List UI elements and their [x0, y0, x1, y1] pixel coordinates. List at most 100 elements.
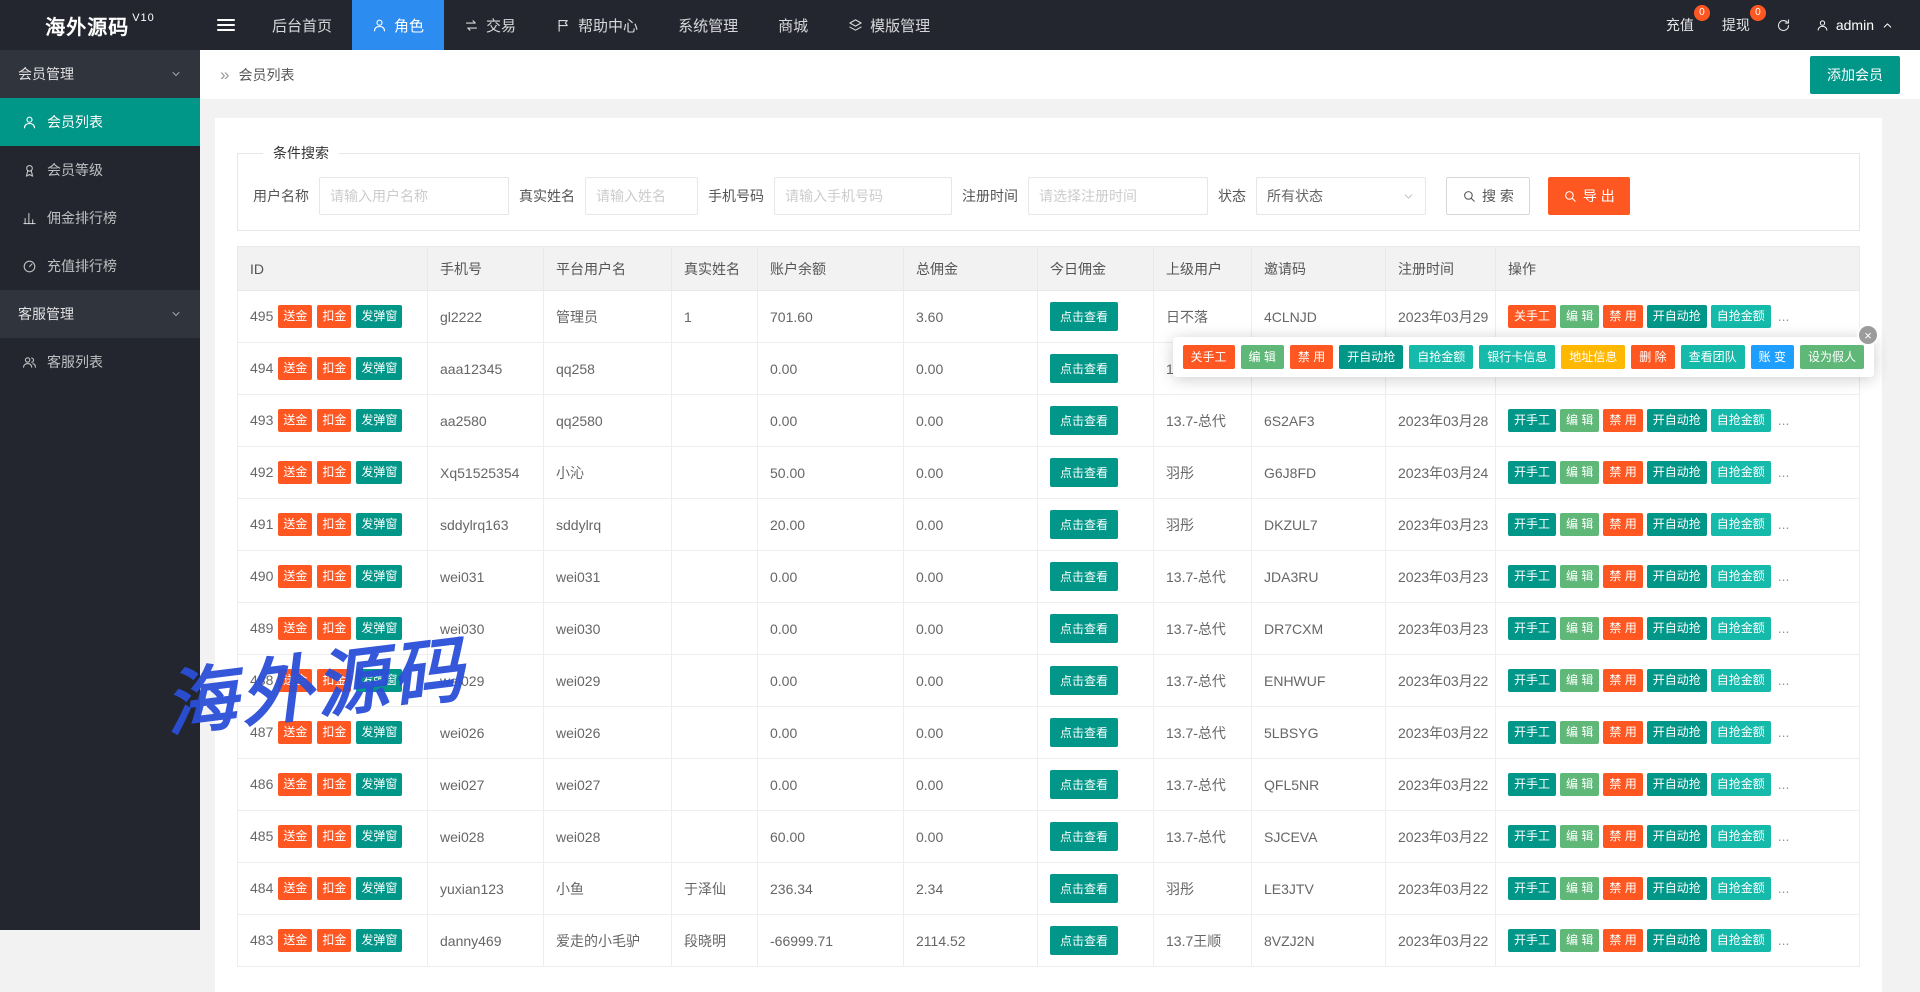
add-member-button[interactable]: 添加会员 [1810, 56, 1900, 94]
auto-grab-button[interactable]: 开自动抢 [1647, 409, 1707, 431]
popup-message-button[interactable]: 发弹窗 [356, 409, 402, 431]
view-today-commission-button[interactable]: 点击查看 [1050, 510, 1118, 539]
disable-button[interactable]: 禁 用 [1603, 929, 1642, 951]
more-ops-button[interactable]: ... [1778, 516, 1790, 532]
view-today-commission-button[interactable]: 点击查看 [1050, 926, 1118, 955]
deduct-money-button[interactable]: 扣金 [317, 877, 351, 899]
search-button[interactable]: 搜 索 [1446, 177, 1530, 215]
edit-button[interactable]: 编 辑 [1560, 461, 1599, 483]
view-today-commission-button[interactable]: 点击查看 [1050, 614, 1118, 643]
regtime-input[interactable] [1028, 177, 1208, 215]
edit-button[interactable]: 编 辑 [1560, 409, 1599, 431]
grab-amount-button[interactable]: 自抢金额 [1711, 721, 1771, 743]
grab-amount-button[interactable]: 自抢金额 [1711, 929, 1771, 951]
disable-button[interactable]: 禁 用 [1603, 669, 1642, 691]
popup-message-button[interactable]: 发弹窗 [356, 877, 402, 899]
more-ops-button[interactable]: ... [1778, 880, 1790, 896]
manual-toggle-button[interactable]: 开手工 [1508, 773, 1556, 795]
realname-input[interactable] [585, 177, 698, 215]
deduct-money-button[interactable]: 扣金 [317, 773, 351, 795]
edit-button[interactable]: 编 辑 [1560, 721, 1599, 743]
deduct-money-button[interactable]: 扣金 [317, 305, 351, 327]
deduct-money-button[interactable]: 扣金 [317, 565, 351, 587]
disable-button[interactable]: 禁 用 [1603, 825, 1642, 847]
popup-message-button[interactable]: 发弹窗 [356, 669, 402, 691]
recharge-button[interactable]: 充值 0 [1652, 0, 1708, 50]
more-ops-button[interactable]: ... [1778, 568, 1790, 584]
edit-button[interactable]: 编 辑 [1560, 669, 1599, 691]
disable-button[interactable]: 禁 用 [1603, 773, 1642, 795]
view-today-commission-button[interactable]: 点击查看 [1050, 406, 1118, 435]
edit-button[interactable]: 编 辑 [1560, 877, 1599, 899]
popup-action-button[interactable]: 开自动抢 [1339, 345, 1403, 369]
grab-amount-button[interactable]: 自抢金额 [1711, 825, 1771, 847]
auto-grab-button[interactable]: 开自动抢 [1647, 721, 1707, 743]
auto-grab-button[interactable]: 开自动抢 [1647, 669, 1707, 691]
more-ops-button[interactable]: ... [1778, 412, 1790, 428]
more-ops-button[interactable]: ... [1778, 464, 1790, 480]
deduct-money-button[interactable]: 扣金 [317, 617, 351, 639]
disable-button[interactable]: 禁 用 [1603, 721, 1642, 743]
popup-action-button[interactable]: 地址信息 [1561, 345, 1625, 369]
sidebar-item-member-level[interactable]: 会员等级 [0, 146, 200, 194]
popup-action-button[interactable]: 查看团队 [1681, 345, 1745, 369]
auto-grab-button[interactable]: 开自动抢 [1647, 565, 1707, 587]
popup-action-button[interactable]: 删 除 [1631, 345, 1674, 369]
manual-toggle-button[interactable]: 开手工 [1508, 669, 1556, 691]
popup-message-button[interactable]: 发弹窗 [356, 565, 402, 587]
nav-item-help[interactable]: 帮助中心 [536, 0, 658, 50]
export-button[interactable]: 导 出 [1548, 177, 1630, 215]
sidebar-group-service-management[interactable]: 客服管理 [0, 290, 200, 338]
grab-amount-button[interactable]: 自抢金额 [1711, 409, 1771, 431]
sidebar-item-member-list[interactable]: 会员列表 [0, 98, 200, 146]
deduct-money-button[interactable]: 扣金 [317, 409, 351, 431]
grab-amount-button[interactable]: 自抢金额 [1711, 513, 1771, 535]
auto-grab-button[interactable]: 开自动抢 [1647, 461, 1707, 483]
deduct-money-button[interactable]: 扣金 [317, 461, 351, 483]
nav-item-template[interactable]: 模版管理 [828, 0, 950, 50]
popup-message-button[interactable]: 发弹窗 [356, 773, 402, 795]
popup-message-button[interactable]: 发弹窗 [356, 825, 402, 847]
manual-toggle-button[interactable]: 开手工 [1508, 461, 1556, 483]
more-ops-button[interactable]: ... [1778, 828, 1790, 844]
edit-button[interactable]: 编 辑 [1560, 513, 1599, 535]
manual-toggle-button[interactable]: 关手工 [1508, 305, 1556, 327]
popup-action-button[interactable]: 账 变 [1751, 345, 1794, 369]
username-input[interactable] [319, 177, 509, 215]
manual-toggle-button[interactable]: 开手工 [1508, 409, 1556, 431]
view-today-commission-button[interactable]: 点击查看 [1050, 458, 1118, 487]
more-ops-button[interactable]: ... [1778, 308, 1790, 324]
auto-grab-button[interactable]: 开自动抢 [1647, 773, 1707, 795]
disable-button[interactable]: 禁 用 [1603, 877, 1642, 899]
gift-money-button[interactable]: 送金 [278, 721, 312, 743]
disable-button[interactable]: 禁 用 [1603, 565, 1642, 587]
auto-grab-button[interactable]: 开自动抢 [1647, 825, 1707, 847]
popup-message-button[interactable]: 发弹窗 [356, 617, 402, 639]
auto-grab-button[interactable]: 开自动抢 [1647, 513, 1707, 535]
deduct-money-button[interactable]: 扣金 [317, 669, 351, 691]
phone-input[interactable] [774, 177, 952, 215]
popup-action-button[interactable]: 银行卡信息 [1479, 345, 1555, 369]
popup-message-button[interactable]: 发弹窗 [356, 305, 402, 327]
view-today-commission-button[interactable]: 点击查看 [1050, 718, 1118, 747]
more-ops-button[interactable]: ... [1778, 776, 1790, 792]
grab-amount-button[interactable]: 自抢金额 [1711, 669, 1771, 691]
view-today-commission-button[interactable]: 点击查看 [1050, 354, 1118, 383]
edit-button[interactable]: 编 辑 [1560, 929, 1599, 951]
deduct-money-button[interactable]: 扣金 [317, 357, 351, 379]
gift-money-button[interactable]: 送金 [278, 565, 312, 587]
popup-message-button[interactable]: 发弹窗 [356, 357, 402, 379]
gift-money-button[interactable]: 送金 [278, 929, 312, 951]
sidebar-item-recharge-rank[interactable]: 充值排行榜 [0, 242, 200, 290]
deduct-money-button[interactable]: 扣金 [317, 929, 351, 951]
gift-money-button[interactable]: 送金 [278, 825, 312, 847]
nav-item-system[interactable]: 系统管理 [658, 0, 758, 50]
sidebar-item-service-list[interactable]: 客服列表 [0, 338, 200, 386]
nav-item-role[interactable]: 角色 [352, 0, 444, 50]
popup-action-button[interactable]: 关手工 [1183, 345, 1235, 369]
auto-grab-button[interactable]: 开自动抢 [1647, 305, 1707, 327]
grab-amount-button[interactable]: 自抢金额 [1711, 565, 1771, 587]
grab-amount-button[interactable]: 自抢金额 [1711, 877, 1771, 899]
popup-message-button[interactable]: 发弹窗 [356, 513, 402, 535]
deduct-money-button[interactable]: 扣金 [317, 721, 351, 743]
